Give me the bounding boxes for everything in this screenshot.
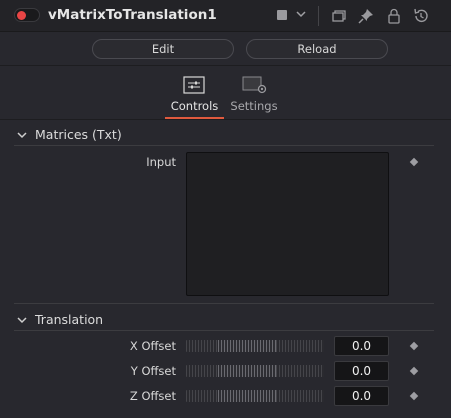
tab-controls-label: Controls <box>170 99 219 113</box>
matrix-input-textarea[interactable] <box>186 152 389 296</box>
y-offset-field[interactable]: 0.0 <box>334 361 389 381</box>
node-title: vMatrixToTranslation1 <box>48 7 217 23</box>
section-divider <box>14 303 434 304</box>
keyframe-diamond-icon[interactable] <box>409 341 419 351</box>
x-offset-field[interactable]: 0.0 <box>334 336 389 356</box>
section-matrices-title: Matrices (Txt) <box>35 127 122 142</box>
keyframe-diamond-icon[interactable] <box>409 366 419 376</box>
script-action-bar: Edit Reload <box>0 33 451 66</box>
node-header: vMatrixToTranslation1 <box>0 0 451 32</box>
versions-icon[interactable] <box>329 6 349 26</box>
pin-icon[interactable] <box>356 6 376 26</box>
section-translation-header[interactable]: Translation <box>14 310 434 330</box>
y-offset-label: Y Offset <box>130 364 176 378</box>
keyframe-diamond-icon[interactable] <box>409 157 419 167</box>
tab-settings-label: Settings <box>230 99 278 113</box>
section-translation-title: Translation <box>35 312 104 327</box>
section-divider <box>14 145 434 146</box>
tab-controls[interactable]: Controls <box>165 67 224 120</box>
section-divider <box>14 330 434 331</box>
z-offset-label: Z Offset <box>129 389 176 403</box>
lock-icon[interactable] <box>384 6 404 26</box>
node-enable-toggle[interactable] <box>14 8 40 22</box>
sliders-icon <box>183 76 205 94</box>
header-divider <box>318 6 319 26</box>
section-matrices-header[interactable]: Matrices (Txt) <box>14 125 434 145</box>
keyframe-diamond-icon[interactable] <box>409 391 419 401</box>
input-label: Input <box>146 155 176 169</box>
edit-button[interactable]: Edit <box>92 39 234 59</box>
x-offset-slider[interactable] <box>186 340 324 352</box>
enabled-indicator <box>17 11 26 20</box>
z-offset-field[interactable]: 0.0 <box>334 386 389 406</box>
tab-settings[interactable]: Settings <box>228 67 280 120</box>
y-offset-slider[interactable] <box>186 365 324 377</box>
x-offset-label: X Offset <box>129 339 176 353</box>
settings-icon <box>242 76 267 94</box>
chevron-down-icon <box>17 132 27 139</box>
inspector-tabs: Controls Settings <box>0 67 451 120</box>
node-color-swatch[interactable] <box>277 10 287 20</box>
active-tab-indicator <box>165 117 224 119</box>
chevron-down-icon <box>17 317 27 324</box>
reset-icon[interactable] <box>411 6 431 26</box>
z-offset-slider[interactable] <box>186 390 324 402</box>
chevron-down-icon[interactable] <box>294 7 308 21</box>
reload-button[interactable]: Reload <box>246 39 388 59</box>
